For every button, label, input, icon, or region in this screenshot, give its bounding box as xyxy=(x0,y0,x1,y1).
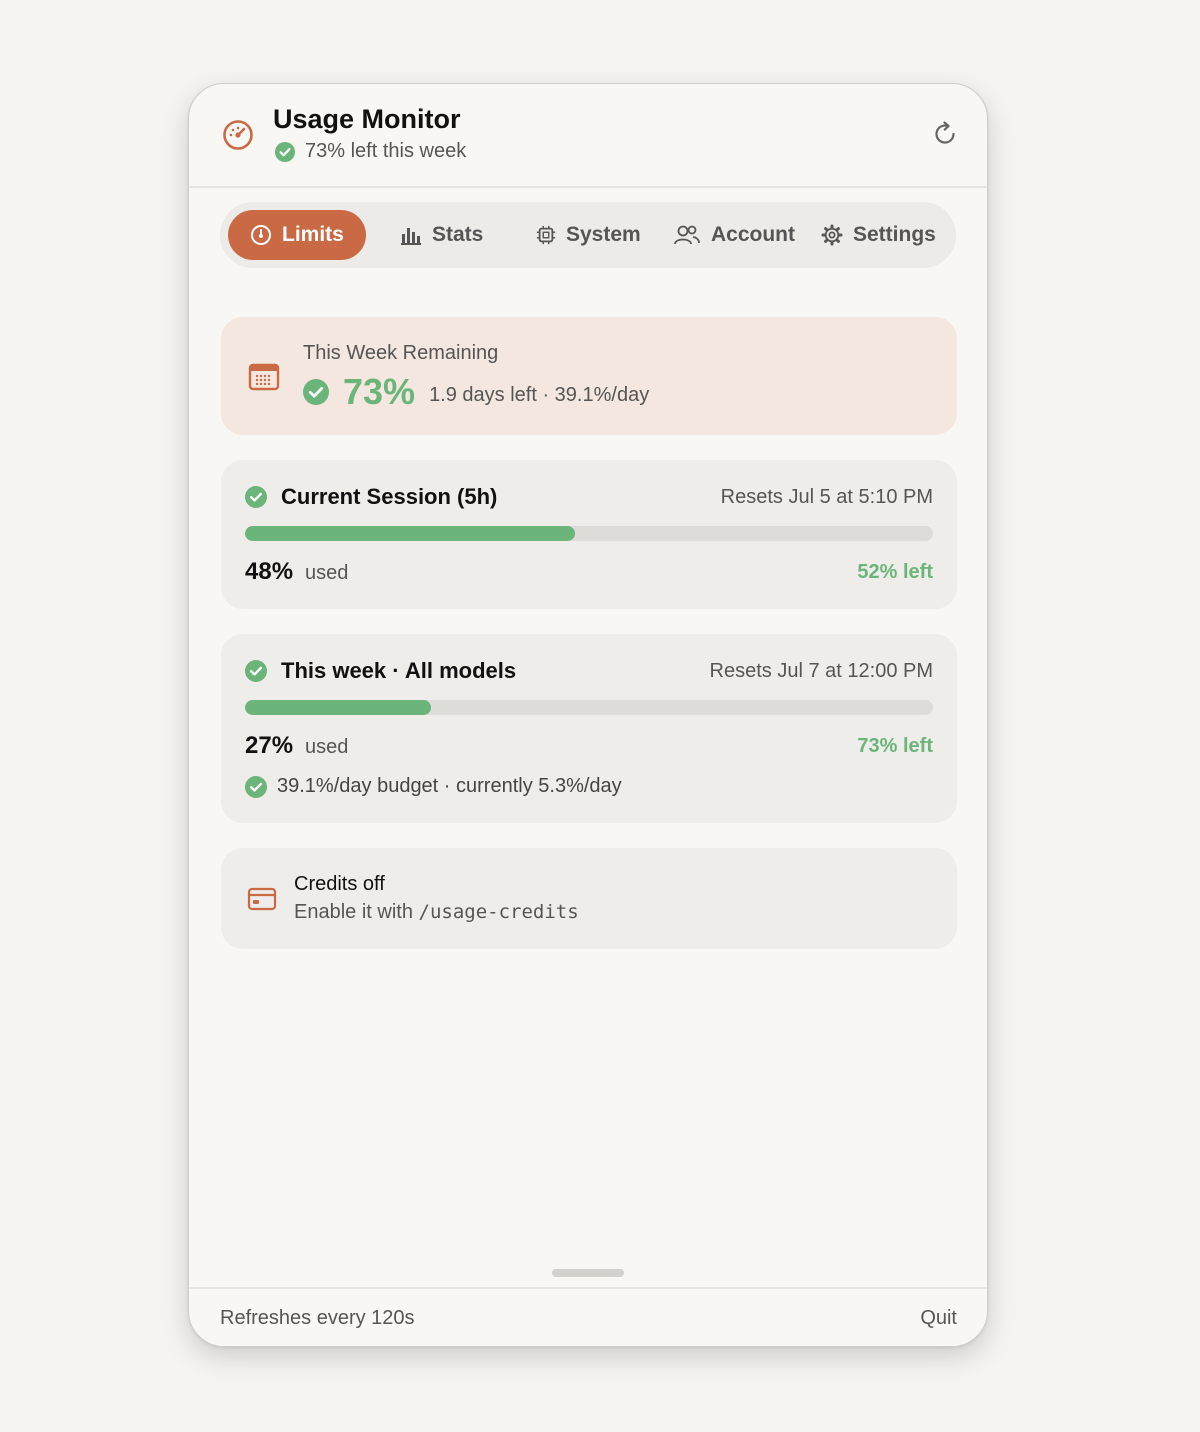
gear-icon xyxy=(821,224,843,246)
week-all-progress-bar xyxy=(245,700,933,715)
tab-limits-label: Limits xyxy=(282,223,344,246)
session-title-text: Current Session (5h) xyxy=(281,484,498,509)
credits-subtitle: Enable it with /usage-credits xyxy=(294,901,579,924)
tab-stats[interactable]: Stats xyxy=(400,210,483,260)
check-circle-icon xyxy=(245,660,267,682)
app-title: Usage Monitor xyxy=(273,104,461,134)
resize-grabber[interactable] xyxy=(552,1269,624,1277)
credits-card: Credits off Enable it with /usage-credit… xyxy=(221,848,957,949)
refresh-interval-text: Refreshes every 120s xyxy=(220,1307,415,1329)
credits-title: Credits off xyxy=(294,873,385,895)
session-reset: Resets Jul 5 at 5:10 PM xyxy=(720,486,933,508)
session-progress-fill xyxy=(245,526,576,541)
week-all-budget: 39.1%/day budget · currently 5.3%/day xyxy=(245,775,622,798)
credit-card-icon xyxy=(247,887,277,911)
week-remaining-label: This Week Remaining xyxy=(303,342,499,364)
tab-account-label: Account xyxy=(711,223,795,246)
check-circle-icon xyxy=(245,775,267,798)
week-all-left: 73% left xyxy=(857,735,933,757)
week-remaining-card: This Week Remaining 73% 1.9 days left · … xyxy=(221,317,957,435)
weekly-status-text: 73% left this week xyxy=(305,140,467,162)
credits-subtitle-prefix: Enable it with xyxy=(294,901,413,923)
week-all-title: This week · All models xyxy=(245,658,516,684)
session-used-label: used xyxy=(305,562,349,584)
gauge-icon xyxy=(251,225,271,245)
tab-settings[interactable]: Settings xyxy=(821,210,936,260)
check-circle-icon xyxy=(245,486,267,508)
header: Usage Monitor 73% left this week xyxy=(189,84,987,188)
session-used-percent: 48% xyxy=(245,558,294,585)
week-all-reset: Resets Jul 7 at 12:00 PM xyxy=(709,660,933,682)
week-all-models-card: This week · All models Resets Jul 7 at 1… xyxy=(221,634,957,823)
session-title: Current Session (5h) xyxy=(245,484,497,510)
users-icon xyxy=(674,225,700,245)
gauge-icon xyxy=(223,120,253,150)
weekly-status: 73% left this week xyxy=(275,140,466,163)
cpu-icon xyxy=(536,225,556,245)
week-all-used-percent: 27% xyxy=(245,732,294,759)
bar-chart-icon xyxy=(401,228,421,245)
week-remaining-detail: 1.9 days left · 39.1%/day xyxy=(429,383,650,406)
tab-bar: Limits Stats System Account Settings xyxy=(220,202,956,268)
refresh-icon[interactable] xyxy=(931,120,959,148)
week-all-title-text: This week · All models xyxy=(281,658,517,683)
tab-settings-label: Settings xyxy=(853,223,936,246)
tab-system[interactable]: System xyxy=(536,210,641,260)
current-session-card: Current Session (5h) Resets Jul 5 at 5:1… xyxy=(221,460,957,609)
session-used: 48% used xyxy=(245,558,348,586)
check-circle-icon xyxy=(275,141,295,162)
tab-limits[interactable]: Limits xyxy=(228,210,366,260)
week-all-used-label: used xyxy=(305,736,349,758)
session-progress-bar xyxy=(245,526,933,541)
usage-monitor-panel: Usage Monitor 73% left this week Limits xyxy=(188,83,988,1347)
calendar-icon xyxy=(248,363,280,391)
footer: Refreshes every 120s Quit xyxy=(189,1287,987,1346)
week-remaining-row: 73% 1.9 days left · 39.1%/day xyxy=(303,371,649,413)
session-left: 52% left xyxy=(857,561,933,583)
week-all-used: 27% used xyxy=(245,732,348,760)
check-circle-icon xyxy=(303,379,329,405)
week-all-progress-fill xyxy=(245,700,431,715)
tab-account[interactable]: Account xyxy=(673,210,795,260)
week-all-budget-text: 39.1%/day budget · currently 5.3%/day xyxy=(277,775,622,797)
quit-button[interactable]: Quit xyxy=(920,1307,957,1330)
tab-system-label: System xyxy=(566,223,641,246)
credits-command: /usage-credits xyxy=(418,901,579,923)
week-remaining-percent: 73% xyxy=(343,371,416,412)
tab-stats-label: Stats xyxy=(432,223,484,246)
